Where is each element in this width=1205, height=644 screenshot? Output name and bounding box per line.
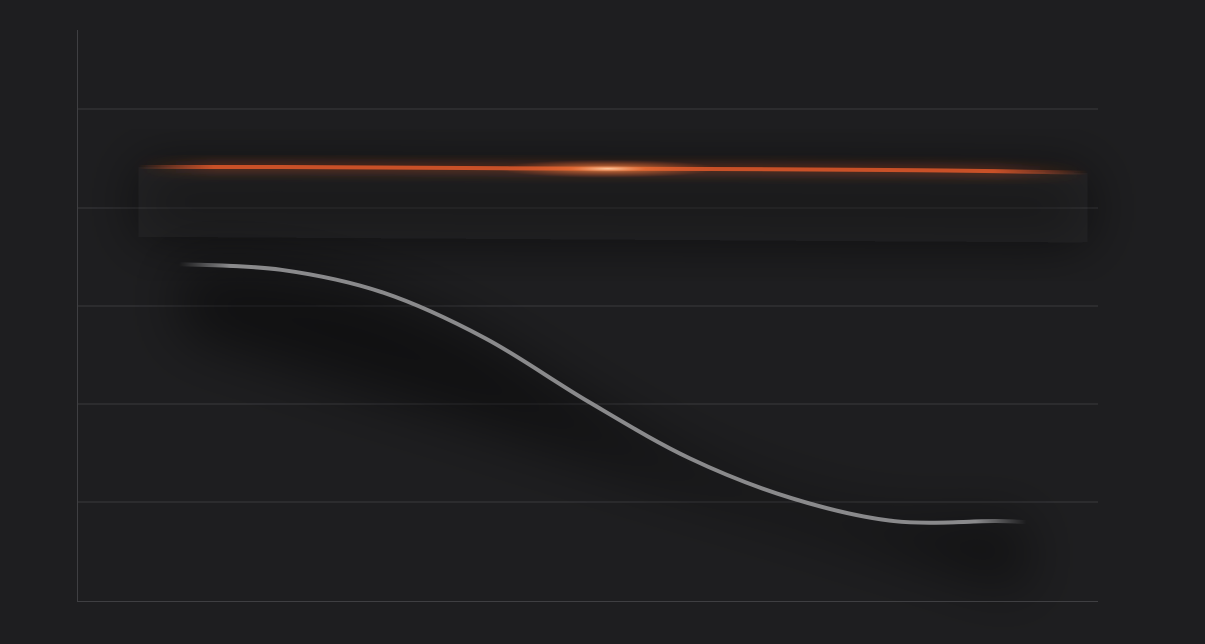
chart-area [0,0,1205,644]
series-1-highlight [497,159,718,178]
series-1-shadow [138,166,1088,243]
line-chart [77,30,1098,602]
series-shadows [138,166,1088,593]
series-2-shadow [179,264,1027,593]
